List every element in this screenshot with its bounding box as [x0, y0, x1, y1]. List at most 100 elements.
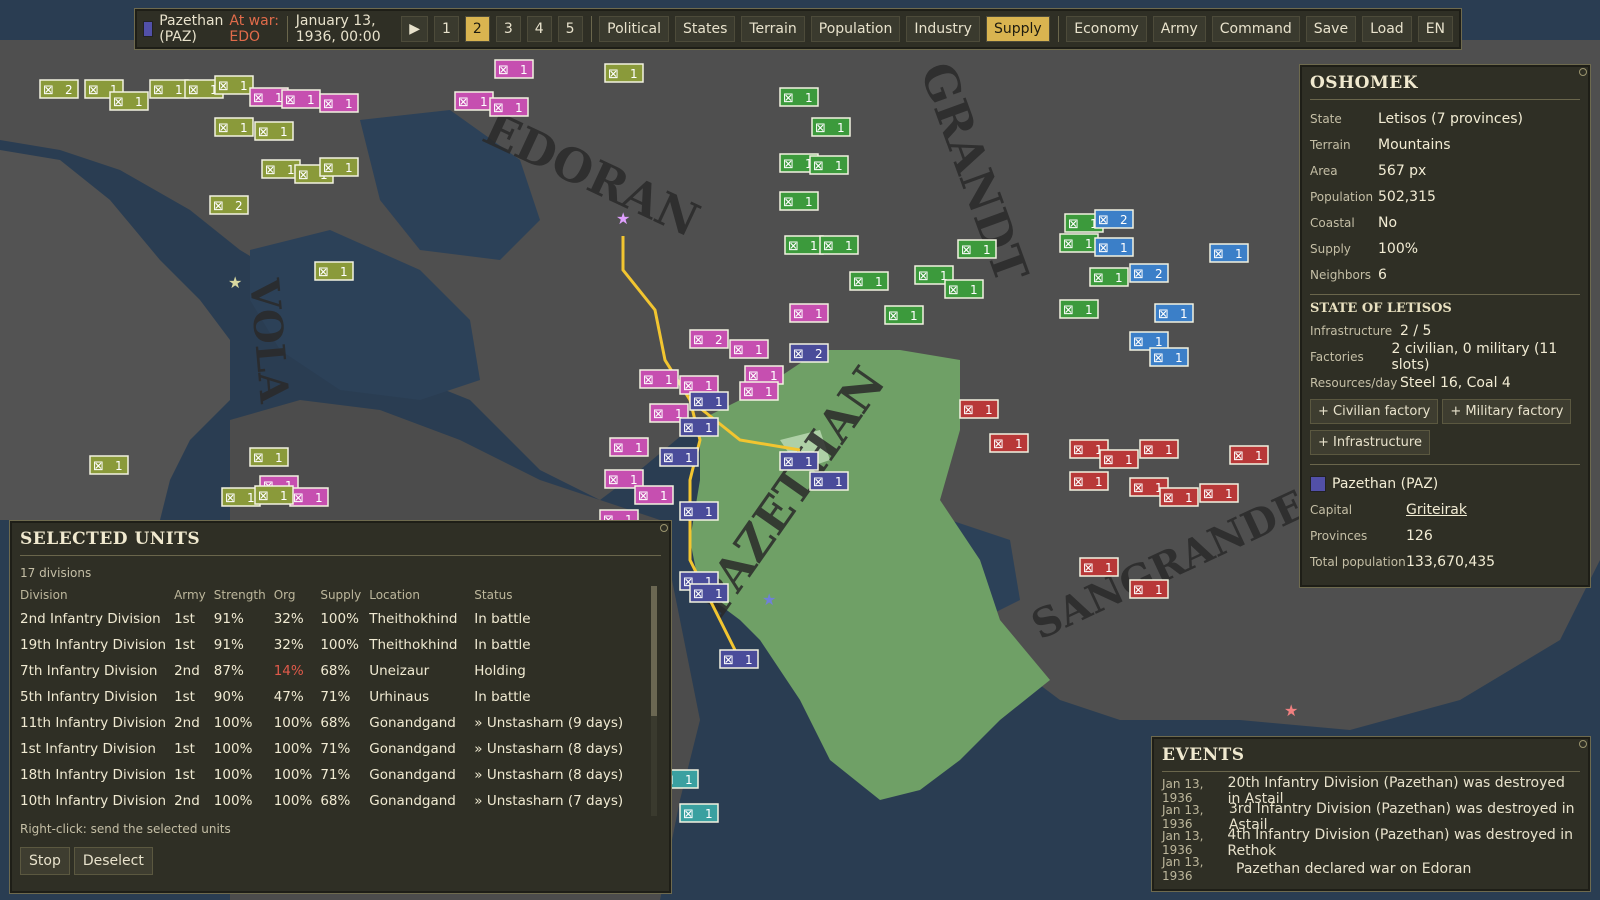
column-header[interactable]: Army [174, 584, 214, 606]
play-button[interactable]: ▶ [401, 16, 428, 42]
unit-counter[interactable]: ⊠1 [89, 455, 129, 475]
unit-counter[interactable]: ⊠1 [1129, 579, 1169, 599]
economy-button[interactable]: Economy [1066, 16, 1147, 42]
unit-counter[interactable]: ⊠1 [604, 63, 644, 83]
unit-counter[interactable]: ⊠ 2 [1094, 209, 1134, 229]
stop-button[interactable]: Stop [20, 847, 70, 875]
speed-4-button[interactable]: 4 [526, 16, 552, 42]
unit-counter[interactable]: ⊠1 [289, 487, 329, 507]
load-button[interactable]: Load [1362, 16, 1412, 42]
table-row[interactable]: 19th Infantry Division 1st 91% 32% 100% Theit… [20, 632, 640, 658]
unit-counter[interactable]: ⊠1 [659, 447, 699, 467]
unit-counter[interactable]: ⊠1 [1094, 237, 1134, 257]
unit-counter[interactable]: ⊠1 [149, 79, 189, 99]
table-row[interactable]: 10th Infantry Division 2nd 100% 100% 68% Gona… [20, 788, 640, 814]
unit-counter[interactable]: ⊠1 [944, 279, 984, 299]
unit-counter[interactable]: ⊠1 [1069, 471, 1109, 491]
add-military-factory-button[interactable]: + Military factory [1442, 399, 1572, 424]
deselect-button[interactable]: Deselect [73, 847, 153, 875]
scrollbar-thumb[interactable] [651, 586, 657, 716]
mapmode-terrain-button[interactable]: Terrain [741, 16, 805, 42]
unit-counter[interactable]: ⊠1 [319, 157, 359, 177]
mapmode-population-button[interactable]: Population [810, 16, 901, 42]
table-row[interactable]: 11th Infantry Division 2nd 100% 100% 68% Gona… [20, 710, 640, 736]
close-icon[interactable] [1579, 740, 1587, 748]
unit-counter[interactable]: ⊠1 [809, 471, 849, 491]
mapmode-supply-button[interactable]: Supply [985, 16, 1050, 42]
unit-counter[interactable]: ⊠1 [1159, 487, 1199, 507]
unit-counter[interactable]: ⊠1 [489, 97, 529, 117]
close-icon[interactable] [1579, 68, 1587, 76]
unit-counter[interactable]: ⊠1 [789, 303, 829, 323]
table-row[interactable]: 1st Infantry Division 1st 100% 100% 71% Gonan… [20, 736, 640, 762]
unit-counter[interactable]: ⊠1 [811, 117, 851, 137]
unit-counter[interactable]: ⊠1 [319, 93, 359, 113]
speed-2-button[interactable]: 2 [464, 16, 490, 42]
army-button[interactable]: Army [1152, 16, 1206, 42]
unit-counter[interactable]: ⊠1 [689, 583, 729, 603]
mapmode-industry-button[interactable]: Industry [906, 16, 980, 42]
unit-counter[interactable]: ⊠1 [779, 87, 819, 107]
table-row[interactable]: 2nd Infantry Division 1st 91% 32% 100% Theith… [20, 606, 640, 632]
command-button[interactable]: Command [1211, 16, 1300, 42]
unit-counter[interactable]: ⊠1 [784, 235, 824, 255]
column-header[interactable]: Supply [320, 584, 369, 606]
unit-counter[interactable]: ⊠ 2 [209, 195, 249, 215]
unit-counter[interactable]: ⊠ 2 [1129, 263, 1169, 283]
unit-counter[interactable]: ⊠1 [739, 381, 779, 401]
table-row[interactable]: 7th Infantry Division 2nd 87% 14% 68% Uneizau… [20, 658, 640, 684]
unit-counter[interactable]: ⊠1 [1139, 439, 1179, 459]
unit-counter[interactable]: ⊠1 [1209, 243, 1249, 263]
unit-counter[interactable]: ⊠1 [679, 803, 719, 823]
unit-counter[interactable]: ⊠1 [109, 91, 149, 111]
unit-counter[interactable]: ⊠1 [1059, 299, 1099, 319]
column-header[interactable]: Location [369, 584, 474, 606]
unit-counter[interactable]: ⊠1 [679, 501, 719, 521]
unit-counter[interactable]: ⊠1 [884, 305, 924, 325]
table-row[interactable]: 5th Infantry Division 1st 90% 47% 71% Urhinau… [20, 684, 640, 710]
unit-counter[interactable]: ⊠1 [1154, 303, 1194, 323]
unit-counter[interactable]: ⊠1 [719, 649, 759, 669]
unit-counter[interactable]: ⊠1 [1079, 557, 1119, 577]
column-header[interactable]: Status [474, 584, 639, 606]
unit-counter[interactable]: ⊠1 [609, 437, 649, 457]
mapmode-political-button[interactable]: Political [599, 16, 670, 42]
column-header[interactable]: Org [274, 584, 321, 606]
unit-counter[interactable]: ⊠1 [314, 261, 354, 281]
close-icon[interactable] [660, 524, 668, 532]
speed-3-button[interactable]: 3 [495, 16, 521, 42]
table-row[interactable]: 9th Infantry Division1st100%100%100%Rein… [20, 814, 640, 818]
unit-counter[interactable]: ⊠1 [1089, 267, 1129, 287]
speed-5-button[interactable]: 5 [557, 16, 583, 42]
unit-counter[interactable]: ⊠1 [249, 447, 289, 467]
unit-counter[interactable]: ⊠1 [959, 399, 999, 419]
unit-counter[interactable]: ⊠1 [989, 433, 1029, 453]
table-row[interactable]: 18th Infantry Division 1st 100% 100% 71% Gona… [20, 762, 640, 788]
unit-counter[interactable]: ⊠1 [1059, 233, 1099, 253]
unit-counter[interactable]: ⊠1 [214, 117, 254, 137]
column-header[interactable]: Division [20, 584, 174, 606]
unit-counter[interactable]: ⊠1 [1229, 445, 1269, 465]
unit-counter[interactable]: ⊠1 [1149, 347, 1189, 367]
unit-counter[interactable]: ⊠ 2 [689, 329, 729, 349]
unit-counter[interactable]: ⊠1 [957, 239, 997, 259]
unit-counter[interactable]: ⊠1 [634, 485, 674, 505]
unit-counter[interactable]: ⊠ 2 [39, 79, 79, 99]
unit-counter[interactable]: ⊠1 [254, 121, 294, 141]
unit-counter[interactable]: ⊠1 [254, 485, 294, 505]
unit-counter[interactable]: ⊠1 [809, 155, 849, 175]
unit-counter[interactable]: ⊠1 [729, 339, 769, 359]
units-table-scroll[interactable]: Division Army Strength Org Supply Location Sta… [20, 584, 661, 818]
save-button[interactable]: Save [1305, 16, 1357, 42]
add-infrastructure-button[interactable]: + Infrastructure [1310, 430, 1430, 455]
unit-counter[interactable]: ⊠1 [779, 451, 819, 471]
unit-counter[interactable]: ⊠1 [214, 75, 254, 95]
unit-counter[interactable]: ⊠1 [454, 91, 494, 111]
unit-counter[interactable]: ⊠1 [1199, 483, 1239, 503]
scrollbar[interactable] [651, 586, 657, 816]
unit-counter[interactable]: ⊠1 [639, 369, 679, 389]
unit-counter[interactable]: ⊠1 [819, 235, 859, 255]
country-name[interactable]: Pazethan (PAZ) [159, 13, 223, 45]
capital-link[interactable]: Griteirak [1406, 502, 1467, 518]
unit-counter[interactable]: ⊠1 [849, 271, 889, 291]
